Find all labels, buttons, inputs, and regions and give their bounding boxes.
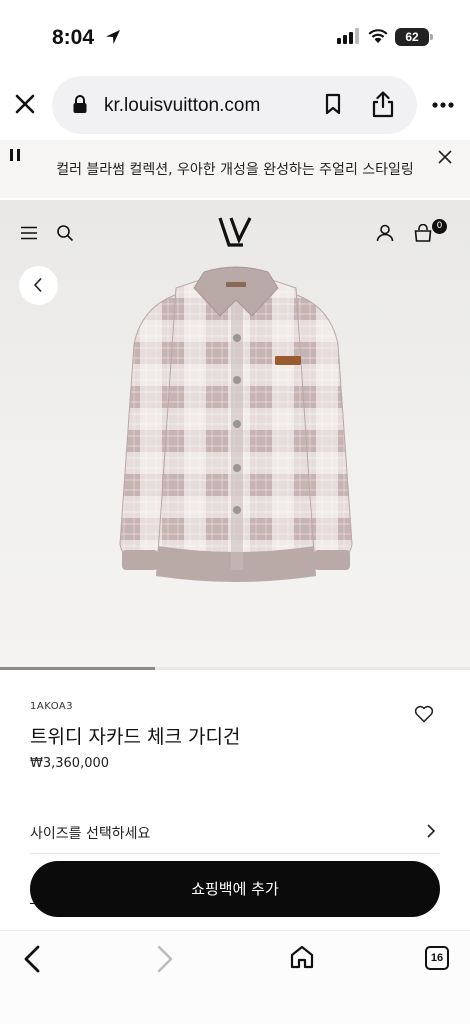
menu-icon[interactable]	[20, 226, 38, 240]
lv-logo[interactable]	[217, 214, 253, 250]
status-bar: 8:04 62	[0, 0, 470, 72]
back-icon	[33, 277, 42, 293]
size-selector-label: 사이즈를 선택하세요	[30, 826, 151, 842]
address-bar[interactable]: kr.louisvuitton.com	[52, 76, 417, 134]
gallery-progress-fill	[0, 667, 156, 670]
browser-toolbar: 16	[0, 930, 470, 1024]
home-icon[interactable]	[289, 944, 315, 970]
lock-icon	[73, 95, 87, 113]
gallery-progress	[0, 667, 470, 670]
url-text[interactable]: kr.louisvuitton.com	[104, 95, 260, 117]
product-sku: 1AKOA3	[30, 701, 74, 712]
battery-indicator: 62	[395, 28, 429, 46]
product-gallery[interactable]: 0	[0, 200, 470, 670]
more-icon[interactable]	[432, 102, 454, 108]
product-price: ₩3,360,000	[30, 756, 110, 771]
status-time: 8:04	[52, 26, 95, 49]
product-image	[119, 266, 353, 582]
signal-icon	[337, 28, 359, 44]
close-icon[interactable]	[437, 149, 453, 165]
announcement-bar: 컬러 블라썸 컬렉션, 우아한 개성을 완성하는 주얼리 스타일링	[0, 140, 470, 198]
share-icon[interactable]	[370, 90, 396, 118]
add-to-bag-button[interactable]: 쇼핑백에 추가	[30, 861, 440, 917]
back-button[interactable]	[19, 266, 58, 305]
bookmark-icon[interactable]	[324, 93, 342, 115]
search-icon[interactable]	[56, 224, 74, 242]
bag-count-badge: 0	[432, 219, 447, 234]
close-icon[interactable]	[14, 93, 36, 115]
account-icon[interactable]	[376, 224, 394, 242]
announcement-text[interactable]: 컬러 블라썸 컬렉션, 우아한 개성을 완성하는 주얼리 스타일링	[0, 159, 470, 179]
size-selector[interactable]: 사이즈를 선택하세요	[30, 810, 440, 854]
battery-tip	[430, 34, 433, 40]
heart-icon[interactable]	[414, 705, 434, 723]
product-name: 트위디 자카드 체크 가디건	[30, 726, 241, 748]
bag-icon[interactable]	[414, 224, 432, 242]
tabs-button[interactable]: 16	[425, 946, 449, 970]
wifi-icon	[368, 29, 388, 43]
forward-arrow-icon[interactable]	[155, 945, 175, 973]
divider	[30, 903, 36, 904]
back-arrow-icon[interactable]	[22, 945, 42, 973]
browser-bar: kr.louisvuitton.com	[0, 72, 470, 138]
location-arrow-icon	[106, 30, 120, 44]
chevron-right-icon	[427, 824, 436, 838]
